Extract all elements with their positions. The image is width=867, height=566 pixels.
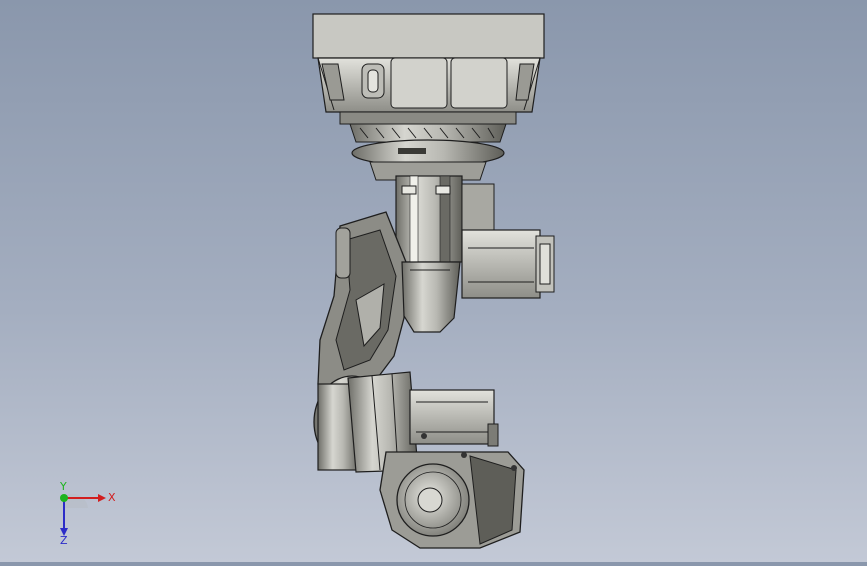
x-axis-arrow: [98, 494, 106, 502]
upper-arm-link: [317, 211, 407, 393]
y-axis-dot: [60, 494, 68, 502]
shoulder-motor: [461, 229, 555, 299]
cad-3d-viewport[interactable]: [0, 0, 867, 562]
x-axis-label: X: [108, 491, 116, 504]
robot-arm-model: [312, 13, 555, 549]
base-rotary-joint: [339, 111, 517, 181]
base-plate: [312, 13, 545, 113]
shoulder-joint-hub: [401, 261, 461, 333]
triad-plane: [64, 493, 88, 508]
z-axis-label: Z: [60, 534, 68, 546]
coordinate-triad: X Y Z: [48, 480, 118, 547]
y-axis-label: Y: [59, 482, 67, 493]
